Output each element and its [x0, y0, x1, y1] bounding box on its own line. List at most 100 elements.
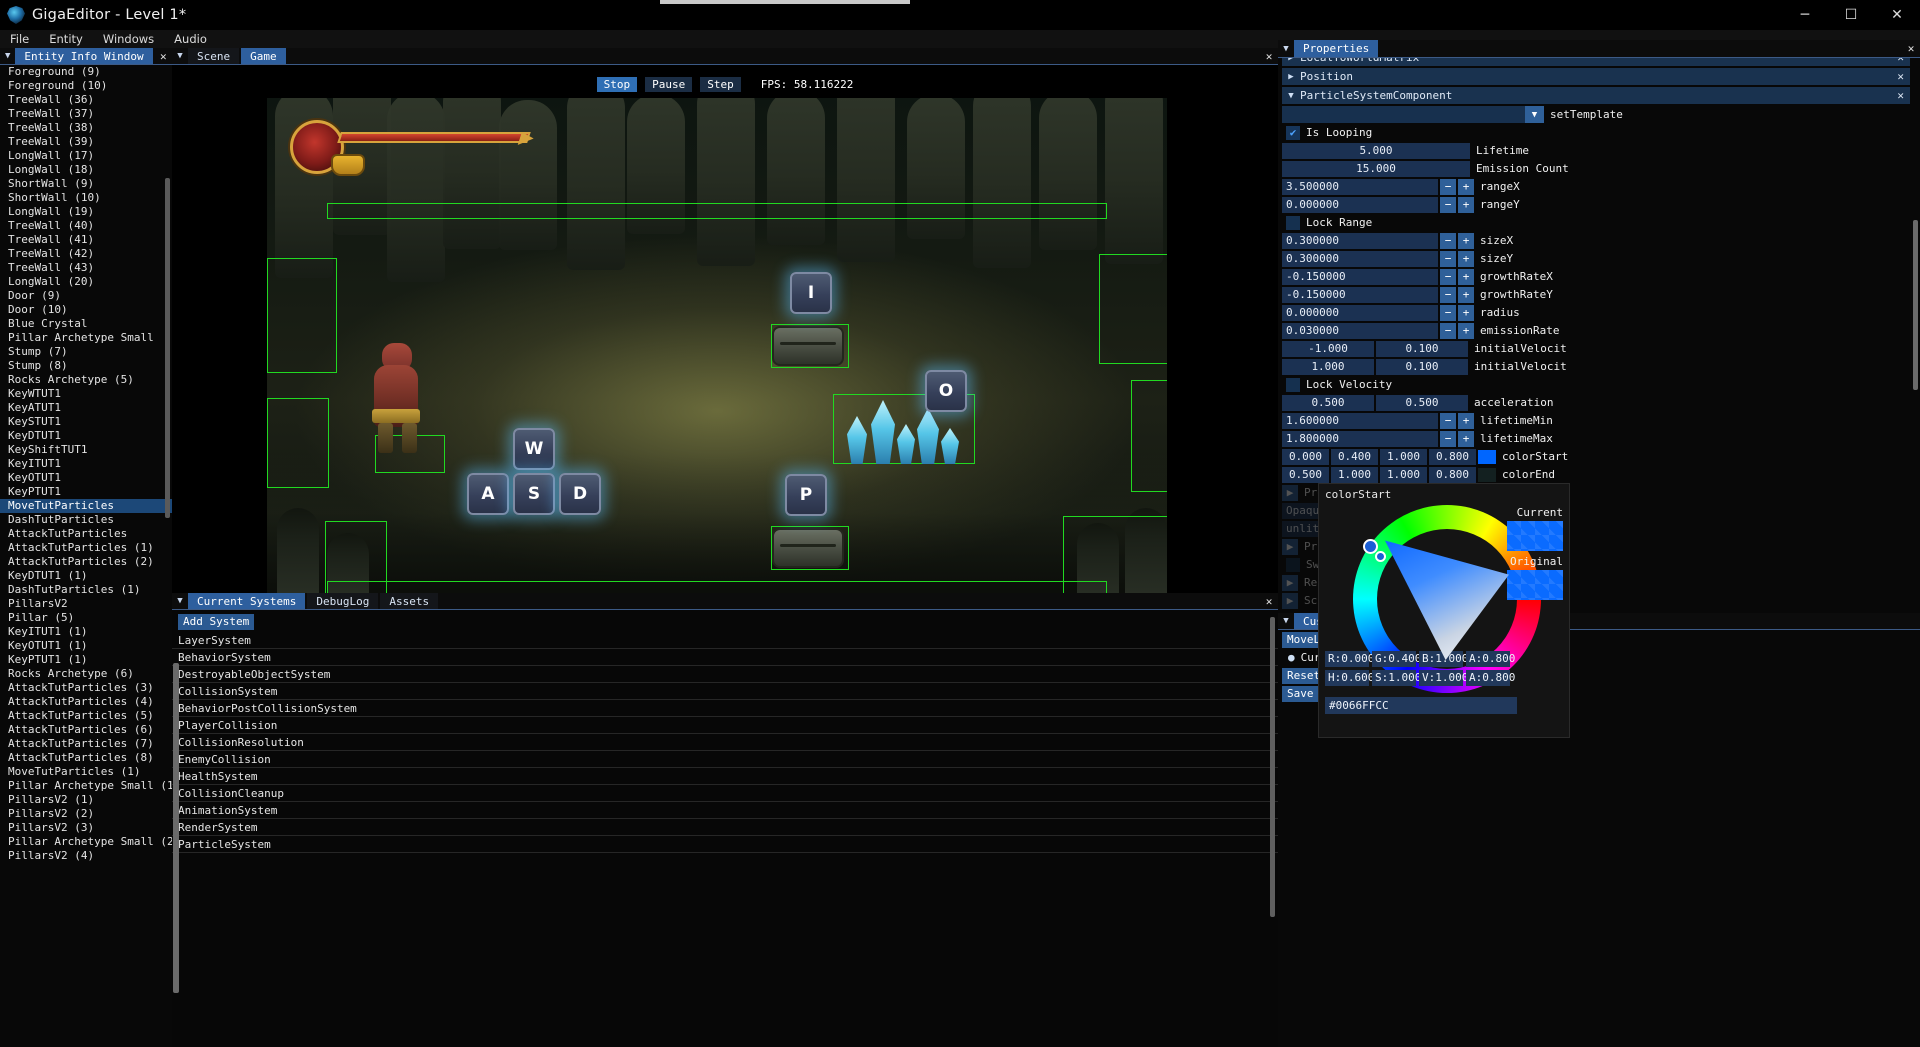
maximize-icon[interactable]: ☐: [1828, 0, 1874, 30]
barrel-prop[interactable]: [772, 326, 844, 366]
property-value[interactable]: 0.000000: [1282, 304, 1438, 321]
game-panel-close-icon[interactable]: ✕: [1260, 48, 1278, 64]
chevron-down-icon[interactable]: ▼: [1278, 40, 1294, 57]
increment-button[interactable]: +: [1458, 232, 1474, 249]
property-value[interactable]: 0.300000: [1282, 250, 1438, 267]
property-row-lifetime[interactable]: 5.000 Lifetime: [1282, 142, 1920, 159]
property-row-is-looping[interactable]: ✔ Is Looping: [1282, 124, 1920, 141]
property-row-colorend[interactable]: 0.500 1.000 1.000 0.800 colorEnd: [1282, 466, 1920, 483]
entity-list-item[interactable]: AttackTutParticles (6): [0, 723, 172, 737]
entity-list-item[interactable]: TreeWall (36): [0, 93, 172, 107]
property-row-rangex[interactable]: 3.500000− + rangeX: [1282, 178, 1920, 195]
component-header[interactable]: ▶LocalToWorldMatrix ✕: [1282, 58, 1910, 66]
color-picker-popup[interactable]: colorStart Current Original R:0.000 G:0.…: [1318, 483, 1570, 738]
increment-button[interactable]: +: [1458, 178, 1474, 195]
color-hex-field[interactable]: #0066FFCC: [1325, 697, 1517, 714]
color-g[interactable]: 1.000: [1331, 466, 1378, 483]
checkbox-lock-range[interactable]: [1286, 215, 1300, 230]
titlebar-drag-nub[interactable]: [660, 0, 910, 4]
entity-list-item[interactable]: TreeWall (37): [0, 107, 172, 121]
chevron-right-icon[interactable]: ▶: [1282, 592, 1298, 609]
property-value[interactable]: 15.000: [1282, 160, 1470, 177]
entity-list-item[interactable]: Rocks Archetype (6): [0, 667, 172, 681]
system-row[interactable]: EnemyCollision: [172, 751, 1278, 768]
entity-list-item[interactable]: Pillar Archetype Small: [0, 331, 172, 345]
property-row-lock-range[interactable]: Lock Range: [1282, 214, 1920, 231]
entity-list-scrollbar[interactable]: [165, 178, 170, 518]
menu-item-windows[interactable]: Windows: [93, 30, 164, 48]
entity-list[interactable]: Foreground (9) Foreground (10) TreeWall (3…: [0, 65, 172, 1047]
system-row[interactable]: BehaviorPostCollisionSystem: [172, 700, 1278, 717]
component-close-icon[interactable]: ✕: [1897, 89, 1910, 102]
chevron-down-icon[interactable]: ▼: [1525, 106, 1544, 123]
component-close-icon[interactable]: ✕: [1897, 58, 1910, 64]
stop-button[interactable]: Stop: [596, 77, 638, 92]
add-system-button[interactable]: Add System: [178, 614, 255, 630]
component-header[interactable]: ▼ ParticleSystemComponent ✕: [1282, 87, 1910, 104]
property-row-radius[interactable]: 0.000000− + radius: [1282, 304, 1920, 321]
entity-list-item[interactable]: AttackTutParticles: [0, 527, 172, 541]
increment-button[interactable]: +: [1458, 196, 1474, 213]
entity-list-item[interactable]: TreeWall (38): [0, 121, 172, 135]
entity-list-item[interactable]: PillarsV2 (3): [0, 821, 172, 835]
center-column-scrollbar[interactable]: [173, 663, 179, 993]
entity-list-item[interactable]: LongWall (18): [0, 163, 172, 177]
entity-list-item[interactable]: AttackTutParticles (7): [0, 737, 172, 751]
chevron-down-icon[interactable]: ▼: [0, 48, 15, 64]
entity-list-item[interactable]: MoveTutParticles (1): [0, 765, 172, 779]
entity-list-item[interactable]: DashTutParticles (1): [0, 583, 172, 597]
properties-panel-close-icon[interactable]: ✕: [1902, 40, 1920, 57]
property-row-sizex[interactable]: 0.300000− + sizeX: [1282, 232, 1920, 249]
property-row-lifetimemin[interactable]: 1.600000− + lifetimeMin: [1282, 412, 1920, 429]
decrement-button[interactable]: −: [1440, 268, 1456, 285]
system-row[interactable]: PlayerCollision: [172, 717, 1278, 734]
chevron-right-icon[interactable]: ▶: [1282, 484, 1298, 501]
entity-list-item[interactable]: Stump (7): [0, 345, 172, 359]
tab-debuglog[interactable]: DebugLog: [307, 593, 379, 609]
system-row[interactable]: CollisionResolution: [172, 734, 1278, 751]
property-row-growthratey[interactable]: -0.150000− + growthRateY: [1282, 286, 1920, 303]
color-b[interactable]: 1.000: [1380, 466, 1427, 483]
color-h-field[interactable]: H:0.600: [1325, 670, 1374, 686]
entity-list-item[interactable]: KeyDTUT1: [0, 429, 172, 443]
color-b[interactable]: 1.000: [1380, 448, 1427, 465]
radio-icon[interactable]: ●: [1288, 651, 1295, 664]
system-row[interactable]: CollisionCleanup: [172, 785, 1278, 802]
property-value-y[interactable]: 0.100: [1376, 358, 1468, 375]
entity-list-item[interactable]: KeyPTUT1 (1): [0, 653, 172, 667]
entity-list-item[interactable]: KeyITUT1 (1): [0, 625, 172, 639]
checkbox-swap-colors[interactable]: [1286, 557, 1300, 572]
entity-list-item[interactable]: KeyATUT1: [0, 401, 172, 415]
entity-list-item[interactable]: AttackTutParticles (3): [0, 681, 172, 695]
decrement-button[interactable]: −: [1440, 232, 1456, 249]
increment-button[interactable]: +: [1458, 286, 1474, 303]
systems-list-scrollbar[interactable]: [1270, 617, 1275, 917]
chevron-right-icon[interactable]: ▶: [1282, 574, 1298, 591]
player-character[interactable]: [362, 343, 434, 453]
property-value[interactable]: 0.000000: [1282, 196, 1438, 213]
chevron-down-icon[interactable]: ▼: [172, 593, 188, 609]
increment-button[interactable]: +: [1458, 322, 1474, 339]
system-row[interactable]: BehaviorSystem: [172, 649, 1278, 666]
entity-list-item[interactable]: TreeWall (41): [0, 233, 172, 247]
entity-list-item[interactable]: KeyOTUT1: [0, 471, 172, 485]
chevron-down-icon[interactable]: ▼: [1282, 91, 1300, 101]
property-row-sizey[interactable]: 0.300000− + sizeY: [1282, 250, 1920, 267]
decrement-button[interactable]: −: [1440, 250, 1456, 267]
color-swatch[interactable]: [1478, 467, 1496, 482]
property-row-lifetimemax[interactable]: 1.800000− + lifetimeMax: [1282, 430, 1920, 447]
property-value-y[interactable]: 0.100: [1376, 340, 1468, 357]
property-row-lock-velocity[interactable]: Lock Velocity: [1282, 376, 1920, 393]
entity-list-item[interactable]: PillarsV2 (2): [0, 807, 172, 821]
system-row[interactable]: ParticleSystem: [172, 836, 1278, 853]
color-g[interactable]: 0.400: [1331, 448, 1378, 465]
component-close-icon[interactable]: ✕: [1897, 70, 1910, 83]
tab-current-systems[interactable]: Current Systems: [188, 593, 306, 609]
menu-item-entity[interactable]: Entity: [39, 30, 93, 48]
barrel-prop[interactable]: [772, 528, 844, 568]
collider-gizmo[interactable]: [1131, 380, 1167, 492]
properties-scrollbar[interactable]: [1913, 220, 1918, 390]
systems-list[interactable]: LayerSystem BehaviorSystem DestroyableObje…: [172, 632, 1278, 853]
checkbox-is-looping[interactable]: ✔: [1286, 125, 1300, 140]
entity-list-item[interactable]: TreeWall (43): [0, 261, 172, 275]
